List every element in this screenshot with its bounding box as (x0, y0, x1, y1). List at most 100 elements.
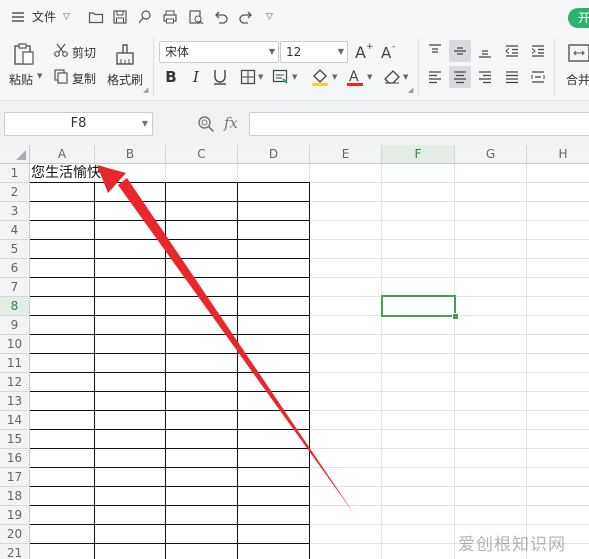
decrease-font-size-icon[interactable]: A- (379, 40, 401, 62)
increase-font-size-icon[interactable]: A + (353, 40, 375, 62)
scissors-icon[interactable] (53, 42, 69, 58)
svg-text:+: + (366, 42, 374, 52)
formula-input[interactable] (249, 112, 589, 136)
row-header-16[interactable]: 16 (0, 449, 30, 468)
row-header-15[interactable]: 15 (0, 430, 30, 449)
row-header-12[interactable]: 12 (0, 373, 30, 392)
export-icon[interactable] (137, 9, 153, 25)
align-left-icon[interactable] (424, 66, 446, 88)
format-painter-label[interactable]: 格式刷 (107, 71, 143, 88)
redo-icon[interactable] (238, 9, 254, 25)
fill-pattern-icon[interactable] (271, 67, 291, 87)
row-header-20[interactable]: 20 (0, 525, 30, 544)
hamburger-menu-icon[interactable] (10, 9, 26, 25)
open-folder-icon[interactable] (88, 9, 104, 25)
row-header-10[interactable]: 10 (0, 335, 30, 354)
decrease-indent-icon[interactable] (501, 40, 523, 62)
cell-a1[interactable]: 您生活愉快 (31, 164, 101, 183)
svg-text:A: A (355, 43, 366, 61)
row-header-4[interactable]: 4 (0, 221, 30, 240)
ribbon-separator (418, 38, 419, 96)
column-header-h[interactable]: H (527, 145, 589, 164)
fx-icon[interactable]: fx (224, 114, 238, 132)
chevron-down-icon[interactable]: ▼ (292, 73, 297, 81)
align-bottom-icon[interactable] (474, 40, 496, 62)
column-header-e[interactable]: E (310, 145, 382, 164)
row-header-21[interactable]: 21 (0, 544, 30, 559)
align-middle-icon[interactable] (449, 40, 471, 62)
chevron-down-icon[interactable]: ▼ (332, 73, 337, 81)
selected-cell-f8[interactable] (381, 295, 456, 317)
bold-icon[interactable]: B (161, 67, 181, 87)
paste-icon[interactable] (10, 40, 38, 68)
distributed-align-icon[interactable] (527, 66, 549, 88)
spreadsheet-grid[interactable]: ABCDEFGH 1 2 3 4 5 6 7 8 9 10 11 12 13 14 15 16 17 18 19 20… (0, 145, 589, 559)
justify-icon[interactable] (501, 66, 523, 88)
borders-icon[interactable] (238, 67, 258, 87)
chevron-down-icon: ▼ (337, 47, 344, 56)
row-header-19[interactable]: 19 (0, 506, 30, 525)
format-painter-icon[interactable] (112, 40, 138, 68)
font-size-dropdown[interactable]: 12 ▼ (280, 41, 348, 63)
row-header-14[interactable]: 14 (0, 411, 30, 430)
ribbon-separator (554, 38, 555, 96)
align-right-icon[interactable] (474, 66, 496, 88)
row-header-1[interactable]: 1 (0, 164, 30, 183)
column-header-g[interactable]: G (455, 145, 527, 164)
row-header-5[interactable]: 5 (0, 240, 30, 259)
row-header-2[interactable]: 2 (0, 183, 30, 202)
row-header-17[interactable]: 17 (0, 468, 30, 487)
file-menu[interactable]: 文件 (32, 8, 56, 26)
chevron-down-icon[interactable]: ▼ (367, 73, 372, 81)
row-header-9[interactable]: 9 (0, 316, 30, 335)
row-header-18[interactable]: 18 (0, 487, 30, 506)
row-header-7[interactable]: 7 (0, 278, 30, 297)
paste-dropdown-icon[interactable]: ▼ (37, 72, 42, 80)
font-name-dropdown[interactable]: 宋体 ▼ (159, 41, 279, 63)
zoom-search-icon[interactable] (197, 115, 215, 133)
save-icon[interactable] (112, 9, 128, 25)
fill-handle[interactable] (452, 313, 459, 320)
chevron-down-icon: ▼ (141, 119, 148, 128)
merge-cells-icon[interactable] (566, 40, 589, 66)
row-header-8[interactable]: 8 (0, 297, 30, 316)
ribbon-separator (153, 38, 154, 96)
column-header-b[interactable]: B (95, 145, 166, 164)
column-header-d[interactable]: D (238, 145, 310, 164)
column-header-a[interactable]: A (30, 145, 95, 164)
clipboard-group-expand-icon[interactable]: ◢ (143, 86, 148, 94)
fill-color-icon[interactable] (309, 66, 331, 88)
paste-label[interactable]: 粘贴 (9, 71, 33, 88)
underline-icon[interactable] (210, 67, 230, 87)
chevron-down-icon[interactable]: ▼ (258, 73, 263, 81)
select-all-corner[interactable] (0, 145, 30, 164)
row-header-13[interactable]: 13 (0, 392, 30, 411)
chevron-down-icon[interactable]: ▽ (63, 8, 70, 26)
cut-button[interactable]: 剪切 (72, 44, 96, 61)
increase-indent-icon[interactable] (527, 40, 549, 62)
print-icon[interactable] (162, 9, 178, 25)
print-preview-icon[interactable] (188, 9, 204, 25)
font-group-expand-icon[interactable]: ◢ (408, 86, 413, 94)
copy-button[interactable]: 复制 (72, 70, 96, 87)
align-top-icon[interactable] (424, 40, 446, 62)
column-header-f[interactable]: F (382, 145, 455, 164)
row-header-6[interactable]: 6 (0, 259, 30, 278)
chevron-down-icon[interactable]: ▼ (403, 73, 408, 81)
name-box[interactable]: F8 ▼ (4, 112, 153, 136)
copy-icon[interactable] (53, 68, 69, 84)
merge-label[interactable]: 合并 (566, 71, 589, 88)
quick-access-dropdown-icon[interactable]: ▽ (266, 8, 273, 26)
align-center-icon[interactable] (449, 66, 471, 88)
eraser-icon[interactable] (381, 67, 403, 87)
tab-start[interactable]: 开 (568, 8, 589, 28)
font-color-icon[interactable]: A (344, 66, 366, 88)
row-header-3[interactable]: 3 (0, 202, 30, 221)
row-header-11[interactable]: 11 (0, 354, 30, 373)
font-name-value: 宋体 (165, 45, 190, 59)
italic-icon[interactable]: I (186, 67, 206, 87)
chevron-down-icon: ▼ (268, 47, 275, 56)
svg-text:A: A (349, 69, 359, 85)
column-header-c[interactable]: C (166, 145, 238, 164)
undo-icon[interactable] (213, 9, 229, 25)
